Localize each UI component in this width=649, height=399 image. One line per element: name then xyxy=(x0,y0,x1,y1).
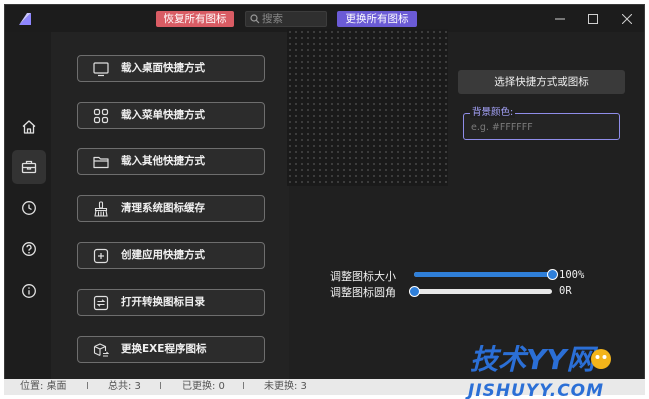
status-separator: I xyxy=(86,381,89,392)
icon-radius-slider[interactable] xyxy=(409,286,552,297)
icon-size-label: 调整图标大小 xyxy=(330,270,396,283)
home-icon xyxy=(22,120,36,134)
icon-size-slider[interactable] xyxy=(414,269,558,280)
minimize-button[interactable] xyxy=(548,9,572,29)
clock-icon xyxy=(22,201,36,215)
load-menu-shortcuts-button[interactable]: 载入菜单快捷方式 xyxy=(77,102,265,129)
svg-text:技术YY网: 技术YY网 xyxy=(470,343,599,376)
action-label: 创建应用快捷方式 xyxy=(121,249,205,261)
status-separator: I xyxy=(159,381,162,392)
search-box[interactable] xyxy=(245,11,327,27)
create-app-shortcut-button[interactable]: 创建应用快捷方式 xyxy=(77,242,265,269)
action-label: 清理系统图标缓存 xyxy=(121,202,205,214)
folder-convert-icon xyxy=(93,295,109,311)
action-label: 载入菜单快捷方式 xyxy=(121,109,205,121)
load-desktop-shortcuts-button[interactable]: 载入桌面快捷方式 xyxy=(77,55,265,82)
title-bar: 恢复所有图标 更换所有图标 xyxy=(5,5,644,32)
info-icon xyxy=(22,284,36,298)
action-label: 载入桌面快捷方式 xyxy=(121,62,205,74)
add-square-icon xyxy=(93,248,109,264)
icon-radius-label: 调整图标圆角 xyxy=(330,286,396,299)
icon-preview-canvas xyxy=(287,29,448,186)
choose-shortcut-or-icon-button[interactable]: 选择快捷方式或图标 xyxy=(458,70,625,94)
clear-icon-cache-button[interactable]: 清理系统图标缓存 xyxy=(77,195,265,222)
action-label: 打开转换图标目录 xyxy=(121,296,205,308)
restore-all-icons-button[interactable]: 恢复所有图标 xyxy=(156,11,234,27)
background-color-label: 背景颜色: xyxy=(470,107,516,118)
status-replaced: 已更换: 0 xyxy=(182,381,225,392)
open-converted-icons-folder-button[interactable]: 打开转换图标目录 xyxy=(77,289,265,316)
status-total: 总共: 3 xyxy=(108,381,141,392)
svg-text:JISHUYY.COM: JISHUYY.COM xyxy=(465,381,604,399)
change-exe-icon-button[interactable]: 更换EXE程序图标 xyxy=(77,336,265,363)
app-logo-icon xyxy=(19,13,31,25)
status-not-replaced: 未更换: 3 xyxy=(264,381,307,392)
nav-about[interactable] xyxy=(12,274,46,308)
toolbox-icon xyxy=(21,160,37,174)
icon-radius-slider-thumb[interactable] xyxy=(409,286,420,297)
nav-home[interactable] xyxy=(12,110,46,144)
background-color-input[interactable] xyxy=(471,121,611,133)
maximize-icon xyxy=(588,14,598,24)
nav-toolbox[interactable] xyxy=(12,150,46,184)
navigation-rail xyxy=(5,32,51,380)
load-other-shortcuts-button[interactable]: 载入其他快捷方式 xyxy=(77,148,265,175)
action-label: 载入其他快捷方式 xyxy=(121,155,205,167)
minimize-icon xyxy=(555,18,565,20)
maximize-button[interactable] xyxy=(581,9,605,29)
grid-icon xyxy=(93,108,109,124)
status-location: 位置: 桌面 xyxy=(20,381,67,392)
icon-size-value: 100% xyxy=(559,269,585,281)
help-icon xyxy=(22,242,36,256)
status-separator: I xyxy=(242,381,245,392)
icon-size-slider-thumb[interactable] xyxy=(547,269,558,280)
nav-history[interactable] xyxy=(12,191,46,225)
action-label: 更换EXE程序图标 xyxy=(121,343,207,355)
search-icon xyxy=(250,14,260,24)
box-swap-icon xyxy=(93,343,109,357)
monitor-icon xyxy=(93,62,109,77)
site-watermark-logo: 技术YY网 JISHUYY.COM xyxy=(465,343,611,399)
nav-help[interactable] xyxy=(12,232,46,266)
action-panel: 载入桌面快捷方式 载入菜单快捷方式 载入其他快捷方式 清理系统图标缓存 创建应用… xyxy=(51,32,289,380)
broom-icon xyxy=(94,201,108,217)
close-button[interactable] xyxy=(615,9,639,29)
folder-icon xyxy=(93,156,109,169)
icon-size-slider-fill xyxy=(414,272,552,277)
icon-radius-value: 0R xyxy=(559,285,572,297)
close-icon xyxy=(622,14,632,24)
replace-all-icons-button[interactable]: 更换所有图标 xyxy=(337,11,417,27)
search-input[interactable] xyxy=(262,12,324,26)
